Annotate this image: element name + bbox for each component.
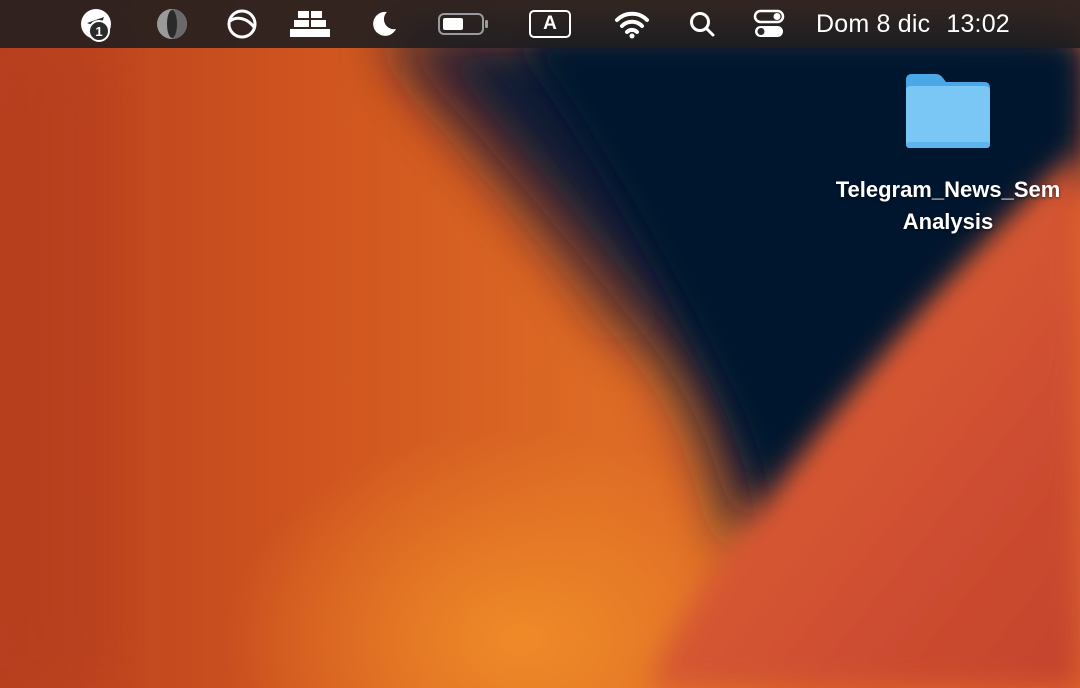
stacked-bars-icon: [290, 11, 330, 37]
circle-slash-status-item[interactable]: [220, 0, 264, 48]
moon-icon: [373, 11, 396, 36]
contrast-status-item[interactable]: [150, 0, 194, 48]
control-center-icon: [753, 9, 785, 37]
menu-bar: 1 A Dom 8 dic 13:02: [0, 0, 1080, 48]
folder-icon: [906, 74, 990, 148]
battery-icon: [438, 13, 488, 35]
clock-date: Dom 8 dic: [816, 9, 931, 38]
menu-bar-clock[interactable]: Dom 8 dic 13:02: [816, 0, 1046, 48]
input-source-indicator: A: [529, 10, 571, 38]
wifi-status-item[interactable]: [612, 0, 652, 48]
clock-time: 13:02: [946, 9, 1010, 38]
search-icon: [690, 12, 715, 37]
wifi-icon: [615, 11, 649, 39]
notification-badge: 1: [88, 20, 110, 42]
folder-name-label: Telegram_News_SemAnalysis: [835, 177, 1061, 234]
telegram-status-item[interactable]: 1: [74, 0, 118, 48]
control-center-status-item[interactable]: [750, 0, 788, 48]
spotlight-status-item[interactable]: [686, 0, 718, 48]
stacked-bars-status-item[interactable]: [286, 0, 334, 48]
contrast-circle-icon: [157, 9, 187, 39]
desktop-folder[interactable]: Telegram_News_SemAnalysis: [828, 66, 1068, 238]
input-source-status-item[interactable]: A: [527, 0, 573, 48]
circle-slash-icon: [227, 9, 257, 39]
focus-status-item[interactable]: [364, 0, 404, 48]
desktop: 1 A Dom 8 dic 13:02 Telegram_News_SemAna…: [0, 0, 1080, 688]
battery-status-item[interactable]: [436, 0, 492, 48]
